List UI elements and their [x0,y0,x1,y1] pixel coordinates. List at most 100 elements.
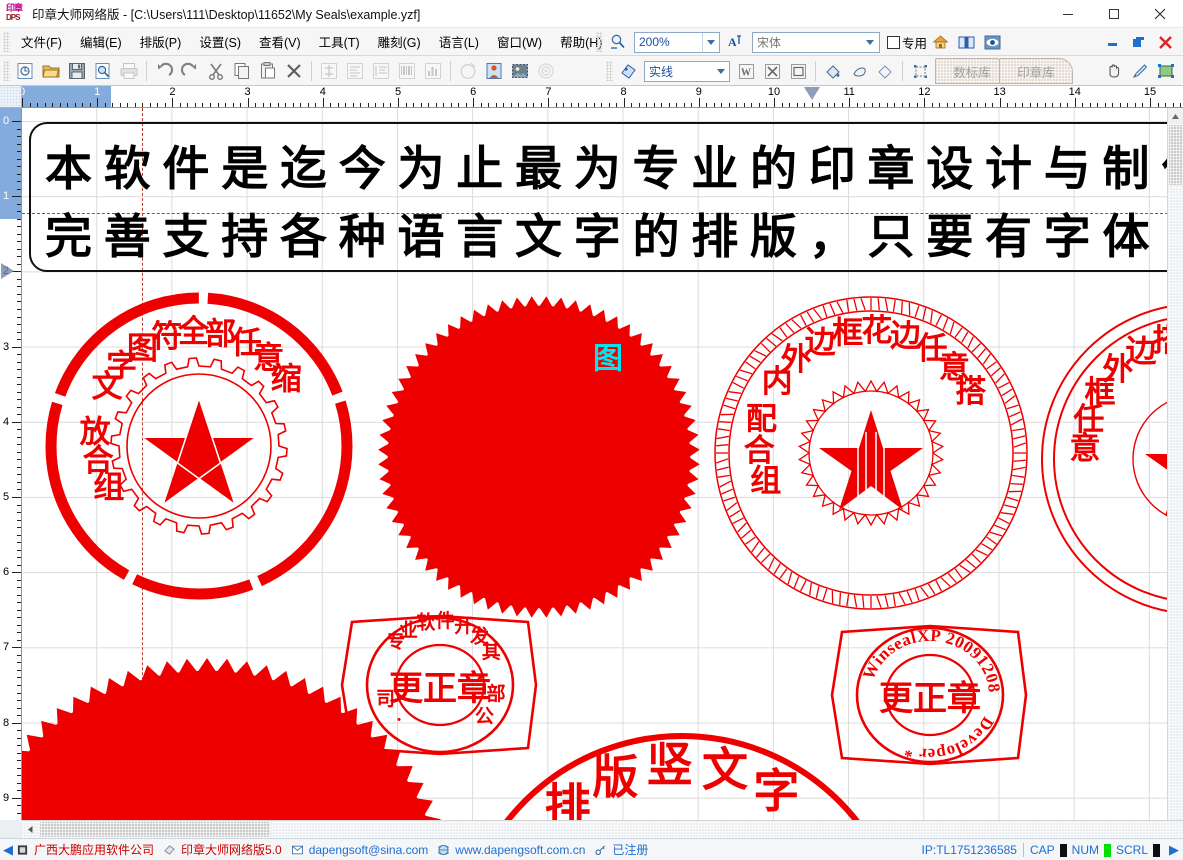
seal-circle-pattern-star[interactable]: 内 外 边 框 花 边 任 意 搭 组 合 配 [708,290,1034,616]
status-email[interactable]: dapengsoft@sina.com [291,843,428,857]
horizontal-ruler[interactable]: 012345678910111213141516 [22,86,1183,108]
home-icon[interactable] [928,30,952,54]
minimize-button[interactable] [1045,0,1091,28]
menu-engrave[interactable]: 雕刻(G) [369,28,430,55]
zoom-icon[interactable] [606,30,630,54]
ruler-tick [17,233,21,235]
ruler-tick [330,103,332,107]
new-file-button[interactable] [13,59,37,83]
menu-view[interactable]: 查看(V) [250,28,310,55]
canvas-horizontal-scrollbar[interactable] [22,820,1183,838]
hand-pan-icon[interactable] [1102,59,1126,83]
status-left-arrow-icon[interactable]: ◀ [3,842,13,858]
word-export-button[interactable]: W [734,59,758,83]
scroll-left-arrow-icon[interactable] [22,821,39,838]
ruler-tick [1059,103,1061,107]
seal-round-button[interactable] [456,59,480,83]
menu-grip-handle[interactable] [3,31,10,52]
horizontal-ruler-marker[interactable] [803,87,820,100]
canvas-vertical-scrollbar[interactable] [1167,108,1183,820]
chevron-down-icon[interactable] [701,32,719,52]
mdi-restore-button[interactable] [1127,30,1151,54]
menu-file[interactable]: 文件(F) [12,28,71,55]
design-canvas[interactable]: 本 软 件 是 迄 今 为 止 最 为 专 业 的 印 章 设 计 与 制 作 … [22,108,1183,820]
barcode-button[interactable] [395,59,419,83]
insert-image-button[interactable] [482,59,506,83]
line-toolbar-grip[interactable] [606,61,613,81]
fit-to-screen-icon[interactable] [1154,59,1178,83]
pen-icon[interactable] [1128,59,1152,83]
chevron-down-icon-3[interactable] [712,62,729,81]
paint-bucket-icon[interactable] [821,59,845,83]
status-company[interactable]: 广西大鹏应用软件公司 [17,841,154,858]
seal-circle-sawtooth-star[interactable]: 蒙 文 设 计 案 例 图 [374,292,704,622]
save-file-button[interactable] [65,59,89,83]
paste-button[interactable] [256,59,280,83]
status-website[interactable]: www.dapengsoft.com.cn [438,843,585,857]
eraser-icon[interactable] [847,59,871,83]
scroll-up-arrow-icon[interactable] [1168,108,1183,124]
line-tag-icon[interactable] [616,59,640,83]
mdi-close-button[interactable] [1153,30,1177,54]
excel-export-button[interactable] [760,59,784,83]
status-num-label: NUM [1071,843,1099,857]
status-product[interactable]: 印章大师网络版5.0 [164,841,282,858]
seal-bottom-middle[interactable]: 排 版 竖 文 字 [452,728,912,820]
vertical-scroll-thumb[interactable] [1169,125,1182,185]
menu-tools[interactable]: 工具(T) [310,28,369,55]
line-style-combobox[interactable]: 实线 [644,60,730,82]
status-registered[interactable]: 已注册 [595,841,648,858]
tab-symbol-library[interactable]: 数标库 [935,58,1009,84]
chevron-down-icon-2[interactable] [862,33,879,52]
ruler-corner[interactable] [0,86,22,108]
zoom-toolbar-grip[interactable] [595,32,603,52]
redo-button[interactable] [178,59,202,83]
selection-nodes-icon[interactable] [908,59,932,83]
dedicated-checkbox-box[interactable] [886,35,900,49]
menu-settings[interactable]: 设置(S) [190,28,250,55]
tab-seal-library[interactable]: 印章库 [999,58,1073,84]
menu-edit[interactable]: 编辑(E) [71,28,131,55]
font-family-combobox[interactable]: 宋体 [751,31,880,53]
seal-bottom-right[interactable]: g o o d . 排 [1002,808,1183,820]
delete-button[interactable] [282,59,306,83]
font-style-icon[interactable]: A [724,30,748,54]
dedicated-checkbox[interactable]: 专用 [886,33,927,52]
app-logo-icon: 印章 DPS [6,3,26,24]
spiral-button[interactable] [534,59,558,83]
maximize-button[interactable] [1091,0,1137,28]
seal-bottom-arabic[interactable]: 排 版 竖 文 字 ي ب ر ع ل ا [22,648,467,820]
menu-language[interactable]: 语言(L) [430,28,488,55]
close-button[interactable] [1137,0,1183,28]
zoom-level-combobox[interactable]: 200% [633,31,720,53]
cut-button[interactable] [204,59,228,83]
status-right-arrow-icon[interactable]: ▶ [1169,842,1179,858]
menu-window[interactable]: 窗口(W) [488,28,551,55]
horizontal-scroll-thumb[interactable] [40,822,270,837]
fill-icon[interactable] [873,59,897,83]
seal-circle-gear-star[interactable]: 文 字 图 符 全 部 任 意 缩 组 合 放 [39,286,359,606]
text-block-frame[interactable]: 本 软 件 是 迄 今 为 止 最 为 专 业 的 印 章 设 计 与 制 作 … [29,122,1183,272]
undo-button[interactable] [152,59,176,83]
save-as-button[interactable] [91,59,115,83]
align-indent-button[interactable] [369,59,393,83]
print-button[interactable] [117,59,141,83]
copy-button[interactable] [230,59,254,83]
menu-layout[interactable]: 排版(P) [131,28,191,55]
mdi-minimize-button[interactable] [1101,30,1125,54]
ruler-tick [819,103,821,107]
align-rows-button[interactable] [343,59,367,83]
ppt-export-button[interactable] [786,59,810,83]
image-frame-button[interactable] [508,59,532,83]
book-icon[interactable] [954,30,978,54]
vertical-ruler-marker[interactable] [1,263,14,280]
main-toolbar-grip[interactable] [3,60,10,81]
svg-text:件: 件 [436,609,455,632]
align-center-button[interactable] [317,59,341,83]
vertical-ruler[interactable]: 0123456789 [0,108,22,820]
svg-text:文: 文 [455,342,485,376]
open-file-button[interactable] [39,59,63,83]
preview-icon[interactable] [980,30,1004,54]
chart-button[interactable] [421,59,445,83]
seal-circle-right-partial[interactable]: 框 外 边 搭 配 意 任 [1032,294,1183,624]
